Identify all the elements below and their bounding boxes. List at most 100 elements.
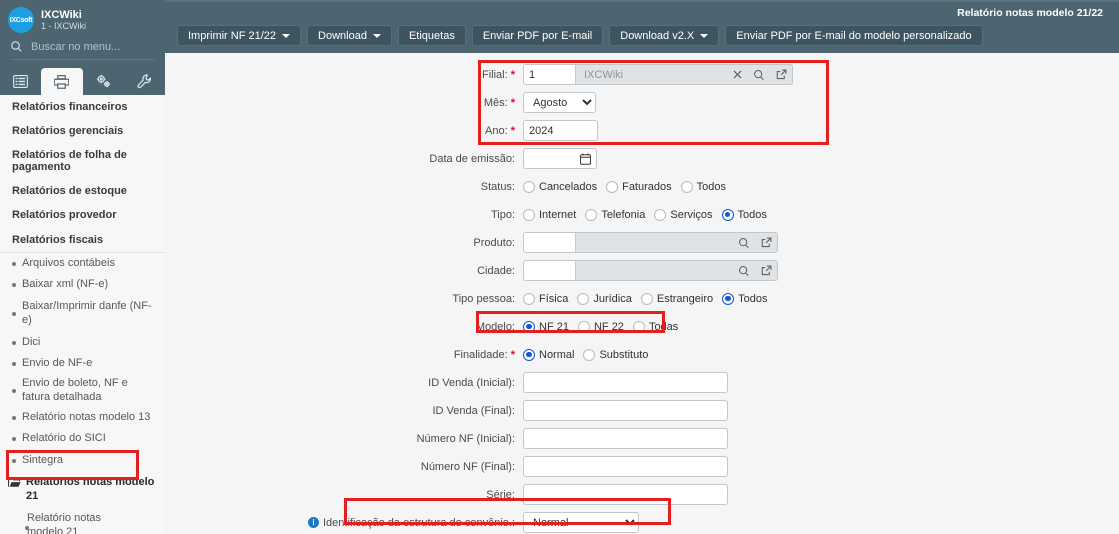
modelo-option-nf21[interactable]: NF 21: [523, 320, 569, 333]
tipo-pessoa-option-fisica[interactable]: Física: [523, 292, 568, 305]
send-pdf-custom-button[interactable]: Enviar PDF por E-mail do modelo personal…: [725, 25, 983, 46]
menu-search[interactable]: [10, 38, 155, 60]
numero-nf-inicial-input[interactable]: [523, 428, 728, 449]
tipo-option-internet[interactable]: Internet: [523, 208, 576, 221]
sidebar-tab-settings[interactable]: [83, 68, 124, 95]
serie-input[interactable]: [523, 484, 728, 505]
chevron-down-icon: [282, 33, 291, 38]
menu-item-baixar-xml[interactable]: Baixar xml (NF-e): [0, 274, 165, 296]
status-option-faturados[interactable]: Faturados: [606, 180, 672, 193]
menu-item-sintegra[interactable]: Sintegra: [0, 450, 165, 472]
search-input[interactable]: [29, 39, 149, 54]
toolbar: Relatório notas modelo 21/22 Imprimir NF…: [165, 0, 1119, 53]
menu-group-gerenciais[interactable]: Relatórios gerenciais: [0, 119, 165, 143]
menu-item-baixar-imprimir-danfe[interactable]: Baixar/Imprimir danfe (NF-e): [0, 296, 165, 332]
cidade-search-button[interactable]: [733, 265, 755, 277]
required-marker: *: [507, 68, 515, 81]
data-emissao-input[interactable]: [523, 148, 597, 169]
tipo-option-todos[interactable]: Todos: [721, 208, 767, 221]
menu-subitem-relatorio-notas-21[interactable]: Relatório notas modelo 21: [0, 507, 165, 534]
tipo-pessoa-option-juridica[interactable]: Jurídica: [577, 292, 632, 305]
clear-icon: [732, 70, 742, 79]
menu-item-relatorio-sici[interactable]: Relatório do SICI: [0, 428, 165, 450]
menu-item-arquivos-contabeis[interactable]: Arquivos contábeis: [0, 253, 165, 275]
tipo-option-telefonia[interactable]: Telefonia: [585, 208, 645, 221]
numero-nf-final-input[interactable]: [523, 456, 728, 477]
convenio-select[interactable]: Normal: [523, 512, 639, 533]
menu-group-provedor[interactable]: Relatórios provedor: [0, 203, 165, 227]
page-title: Relatório notas modelo 21/22: [957, 7, 1103, 19]
finalidade-option-substituto[interactable]: Substituto: [583, 348, 648, 361]
modelo-option-nf22[interactable]: NF 22: [577, 320, 624, 333]
produto-search-button[interactable]: [733, 237, 755, 249]
field-row-tipo: Tipo: Internet Telefonia Serviços Todos: [165, 201, 1119, 228]
menu-folder-relatorios-notas-21[interactable]: Relatórios notas modelo 21: [0, 472, 165, 508]
radio-dot: [523, 180, 535, 193]
field-row-finalidade: Finalidade: * Normal Substituto: [165, 341, 1119, 368]
tipo-pessoa-option-todos[interactable]: Todos: [722, 292, 768, 305]
menu-item-envio-nfe[interactable]: Envio de NF-e: [0, 353, 165, 375]
download-v2-button[interactable]: Download v2.X: [609, 25, 720, 46]
sidebar-tabbar: [0, 68, 165, 95]
cidade-label: Cidade:: [477, 264, 515, 277]
produto-code-input[interactable]: [524, 233, 576, 252]
sidebar-tab-list[interactable]: [0, 68, 41, 95]
status-option-cancelados[interactable]: Cancelados: [523, 180, 597, 193]
radio-dot: [632, 320, 645, 333]
finalidade-option-normal[interactable]: Normal: [523, 348, 574, 361]
sidebar-menu: Relatórios financeiros Relatórios gerenc…: [0, 95, 165, 534]
filial-search-button[interactable]: [748, 69, 770, 81]
menu-item-relatorio-notas-13[interactable]: Relatório notas modelo 13: [0, 407, 165, 429]
field-row-data-emissao: Data de emissão:: [165, 145, 1119, 172]
field-row-convenio: i Identificação da estrutura do convênio…: [165, 509, 1119, 534]
print-nf-button[interactable]: Imprimir NF 21/22: [177, 25, 302, 46]
produto-open-button[interactable]: [755, 237, 777, 248]
mes-select[interactable]: Agosto: [523, 92, 596, 113]
radio-dot: [583, 348, 596, 361]
numero-nf-inicial-label: Número NF (Inicial):: [416, 432, 515, 445]
external-link-icon: [776, 69, 786, 80]
id-venda-final-input[interactable]: [523, 400, 728, 421]
tipo-label: Tipo:: [490, 208, 515, 221]
sidebar-tab-tools[interactable]: [124, 68, 165, 95]
cidade-open-button[interactable]: [755, 265, 777, 276]
cidade-lookup[interactable]: [523, 260, 778, 281]
labels-button[interactable]: Etiquetas: [397, 25, 466, 46]
info-icon: i: [307, 517, 319, 528]
download-button[interactable]: Download: [307, 25, 392, 46]
status-radio-group: Cancelados Faturados Todos: [523, 180, 726, 193]
menu-group-folha-pagamento[interactable]: Relatórios de folha de pagamento: [0, 143, 165, 179]
tipo-option-servicos[interactable]: Serviços: [654, 208, 713, 221]
application-window: IXCsoft IXCWiki 1 - IXCWiki Buscar no me…: [0, 0, 1119, 534]
search-icon: [11, 41, 22, 52]
id-venda-inicial-input[interactable]: [523, 372, 728, 393]
wrench-icon: [137, 74, 151, 89]
labels-button-label: Etiquetas: [408, 29, 455, 42]
menu-item-envio-boleto[interactable]: Envio de boleto, NF e fatura detalhada: [0, 375, 165, 407]
field-row-ano: Ano: *: [165, 117, 1119, 144]
tipo-pessoa-option-estrangeiro[interactable]: Estrangeiro: [640, 292, 713, 305]
cidade-code-input[interactable]: [524, 261, 576, 280]
field-row-produto: Produto:: [165, 229, 1119, 256]
brand-header: IXCsoft IXCWiki 1 - IXCWiki: [0, 0, 165, 38]
modelo-option-todas[interactable]: Todas: [632, 320, 678, 333]
radio-dot: [640, 292, 653, 305]
filial-open-button[interactable]: [770, 69, 792, 80]
produto-lookup[interactable]: [523, 232, 778, 253]
filial-clear-button[interactable]: [726, 70, 748, 79]
filial-lookup[interactable]: IXCWiki: [523, 64, 793, 85]
field-row-id-venda-inicial: ID Venda (Inicial):: [165, 369, 1119, 396]
ano-input[interactable]: [523, 120, 598, 141]
menu-group-estoque[interactable]: Relatórios de estoque: [0, 179, 165, 203]
field-row-filial: Filial: * IXCWiki: [165, 61, 1119, 88]
menu-item-dici[interactable]: Dici: [0, 332, 165, 354]
download-button-label: Download: [318, 29, 367, 42]
send-pdf-email-button[interactable]: Enviar PDF por E-mail: [471, 25, 604, 46]
field-row-serie: Série:: [165, 481, 1119, 508]
menu-group-financeiros[interactable]: Relatórios financeiros: [0, 95, 165, 119]
menu-subitem-label: Relatório notas modelo 21: [27, 512, 131, 534]
sidebar-tab-print[interactable]: [41, 68, 83, 95]
status-option-todos[interactable]: Todos: [680, 180, 726, 193]
filial-code-input[interactable]: [524, 65, 576, 84]
menu-group-fiscais[interactable]: Relatórios fiscais: [0, 228, 165, 253]
